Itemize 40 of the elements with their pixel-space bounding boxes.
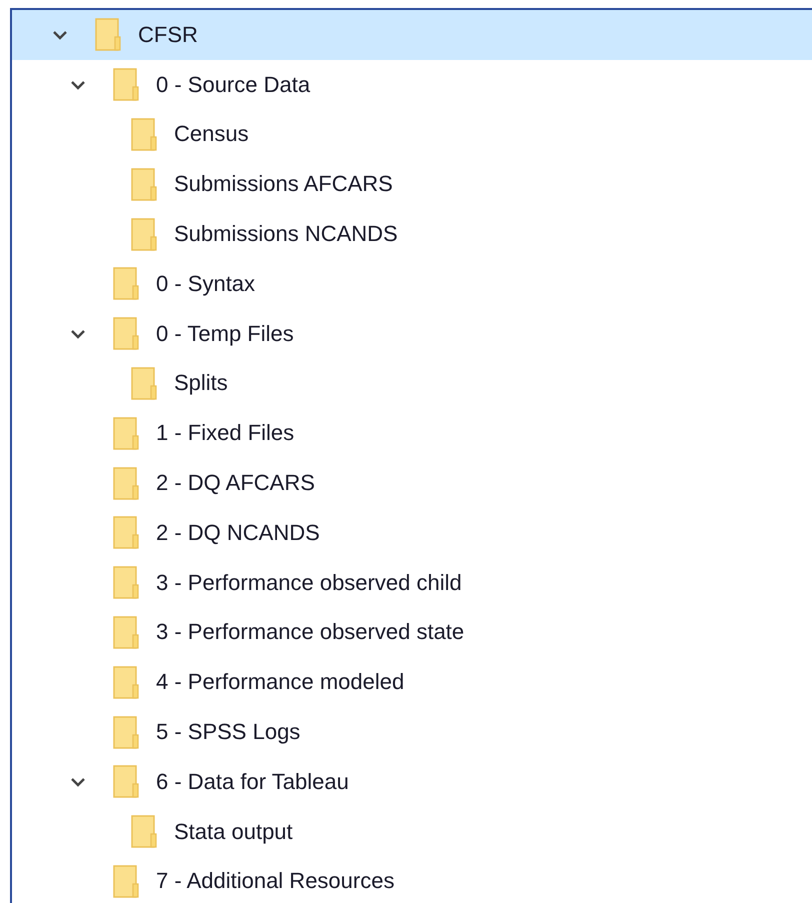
folder-icon [131, 118, 157, 151]
tree-item[interactable]: 0 - Syntax [12, 258, 812, 309]
tree-item[interactable]: 4 - Performance modeled [12, 657, 812, 708]
folder-icon [113, 765, 139, 798]
folder-icon [131, 168, 157, 201]
folder-icon [131, 366, 157, 400]
folder-icon [113, 516, 139, 550]
folder-icon [131, 815, 157, 848]
folder-icon [113, 317, 139, 350]
tree-item[interactable]: 3 - Performance observed state [12, 608, 812, 658]
tree-item[interactable]: 0 - Source Data [12, 60, 812, 110]
tree-item[interactable]: 3 - Performance observed child [12, 558, 812, 608]
folder-icon [113, 466, 139, 500]
tree-item[interactable]: 5 - SPSS Logs [12, 707, 812, 757]
folder-icon [113, 666, 139, 699]
folder-icon [95, 18, 121, 52]
tree-item[interactable]: 2 - DQ NCANDS [12, 508, 812, 558]
folder-icon [113, 716, 139, 749]
tree-item[interactable]: 1 - Fixed Files [12, 408, 812, 458]
folder-icon [113, 68, 139, 102]
chevron-down-icon[interactable] [70, 328, 86, 339]
folder-icon [113, 267, 139, 300]
chevron-down-icon[interactable] [52, 30, 68, 40]
chevron-down-icon[interactable] [70, 776, 86, 787]
tree-item[interactable]: 0 - Temp Files [12, 308, 812, 359]
tree-item[interactable]: 6 - Data for Tableau [12, 756, 812, 807]
tree-item[interactable]: 2 - DQ AFCARS [12, 458, 812, 508]
folder-icon [113, 416, 139, 450]
tree-item[interactable]: Submissions NCANDS [12, 209, 812, 259]
folder-icon [113, 566, 139, 600]
tree-item[interactable]: Submissions AFCARS [12, 159, 812, 210]
tree-item[interactable]: Stata output [12, 806, 812, 857]
folder-icon [113, 864, 139, 898]
tree-item[interactable]: 7 - Additional Resources [12, 856, 812, 903]
folder-icon [131, 218, 157, 251]
tree-item[interactable]: Splits [12, 358, 812, 408]
chevron-down-icon[interactable] [70, 80, 86, 90]
tree-item[interactable]: CFSR [12, 10, 812, 60]
tree-item[interactable]: Census [12, 110, 812, 160]
folder-icon [113, 616, 139, 649]
